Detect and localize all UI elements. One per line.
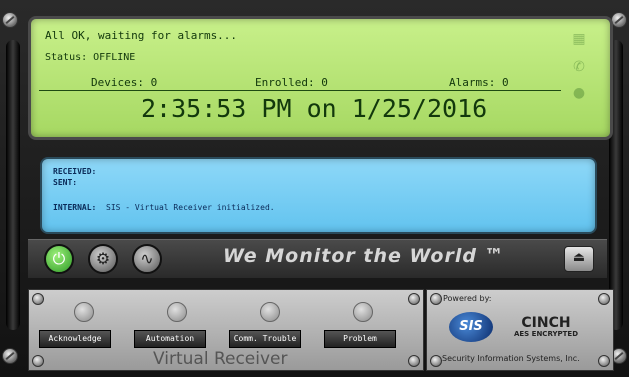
screw-icon — [430, 293, 442, 305]
eject-icon: ⏏ — [572, 250, 586, 265]
indicator-led — [353, 302, 373, 322]
settings-button[interactable]: ⚙ — [88, 244, 118, 274]
shield-icon: ● — [572, 85, 586, 101]
message-log: RECEIVED: SENT: INTERNAL: SIS - Virtual … — [40, 157, 597, 234]
alarms-count: Alarms: 0 — [449, 76, 509, 89]
internal-message: SIS - Virtual Receiver initialized. — [106, 203, 275, 212]
power-icon: ⏻ — [52, 249, 66, 268]
aes-encrypted-label: AES ENCRYPTED — [513, 330, 579, 338]
problem-button[interactable]: Problem — [324, 330, 396, 348]
connection-status: Status: OFFLINE — [45, 52, 136, 63]
comm-trouble-button[interactable]: Comm. Trouble — [229, 330, 301, 348]
internal-label: INTERNAL: — [53, 203, 97, 212]
indicator-led — [74, 302, 94, 322]
received-label: RECEIVED: — [53, 167, 97, 176]
company-name: Security Information Systems, Inc. — [442, 354, 580, 363]
screw-top-left — [2, 12, 18, 28]
date-time-clock: 2:35:53 PM on 1/25/2016 — [141, 94, 488, 123]
indicator-led — [260, 302, 280, 322]
indicator-led — [167, 302, 187, 322]
left-rail — [6, 40, 20, 330]
powered-by-label: Powered by: — [443, 294, 492, 303]
automation-button[interactable]: Automation — [134, 330, 206, 348]
screw-icon — [430, 355, 442, 367]
screw-icon — [598, 293, 610, 305]
eject-button[interactable]: ⏏ — [564, 246, 594, 272]
control-bar: ⏻ ⚙ ∿ We Monitor the World ™ ⏏ — [28, 239, 607, 278]
display-divider — [39, 90, 561, 91]
screw-bottom-left — [2, 348, 18, 364]
log-internal: INTERNAL: SIS - Virtual Receiver initial… — [53, 203, 275, 212]
sent-label: SENT: — [53, 178, 78, 187]
heartbeat-button[interactable]: ∿ — [132, 244, 162, 274]
status-message: All OK, waiting for alarms... — [45, 29, 238, 42]
enrolled-count: Enrolled: 0 — [255, 76, 328, 89]
function-panel: Acknowledge Automation Comm. Trouble Pro… — [28, 289, 424, 371]
screw-icon — [408, 293, 420, 305]
status-display: All OK, waiting for alarms... Status: OF… — [28, 16, 613, 140]
building-icon: ▦ — [572, 31, 586, 47]
screw-icon — [32, 355, 44, 367]
screw-top-right — [611, 12, 627, 28]
heartbeat-icon: ∿ — [140, 249, 154, 268]
screw-icon — [408, 355, 420, 367]
receiver-shell: All OK, waiting for alarms... Status: OF… — [0, 0, 629, 377]
power-button[interactable]: ⏻ — [44, 244, 74, 274]
phone-icon: ✆ — [573, 59, 585, 75]
devices-count: Devices: 0 — [91, 76, 158, 89]
slogan: We Monitor the World ™ — [223, 245, 505, 267]
cinch-logo: CINCH — [521, 315, 571, 331]
powered-by-panel: Powered by: SIS CINCH AES ENCRYPTED Secu… — [426, 289, 614, 371]
gear-icon: ⚙ — [95, 249, 111, 268]
screw-icon — [598, 355, 610, 367]
virtual-receiver-label: Virtual Receiver — [153, 349, 288, 369]
log-received: RECEIVED: — [53, 167, 96, 176]
screw-icon — [32, 293, 44, 305]
log-sent: SENT: — [53, 178, 77, 187]
acknowledge-button[interactable]: Acknowledge — [39, 330, 111, 348]
sis-logo: SIS — [449, 312, 493, 342]
